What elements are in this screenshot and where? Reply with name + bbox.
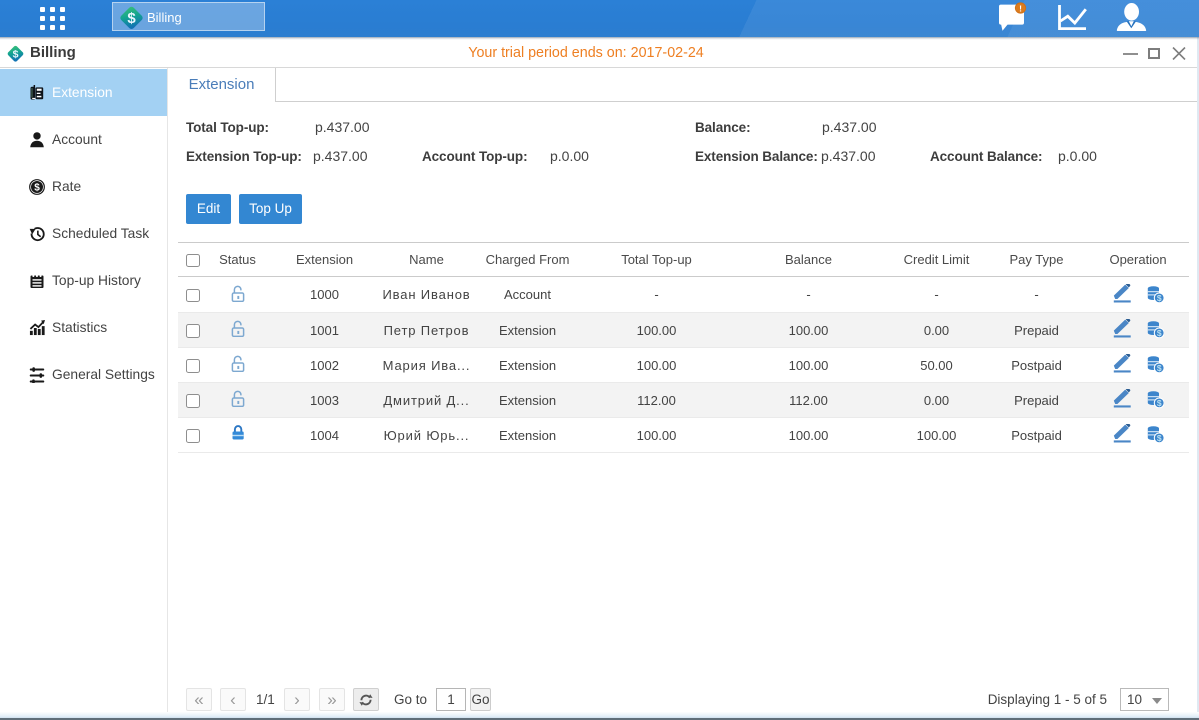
svg-text:$: $ [1157, 293, 1162, 303]
svg-text:$: $ [1157, 328, 1162, 338]
svg-text:!: ! [1019, 3, 1022, 13]
svg-text:$: $ [127, 10, 136, 27]
svg-text:$: $ [1157, 433, 1162, 443]
svg-text:$: $ [1157, 398, 1162, 408]
svg-text:$: $ [34, 182, 40, 193]
svg-text:$: $ [1157, 363, 1162, 373]
